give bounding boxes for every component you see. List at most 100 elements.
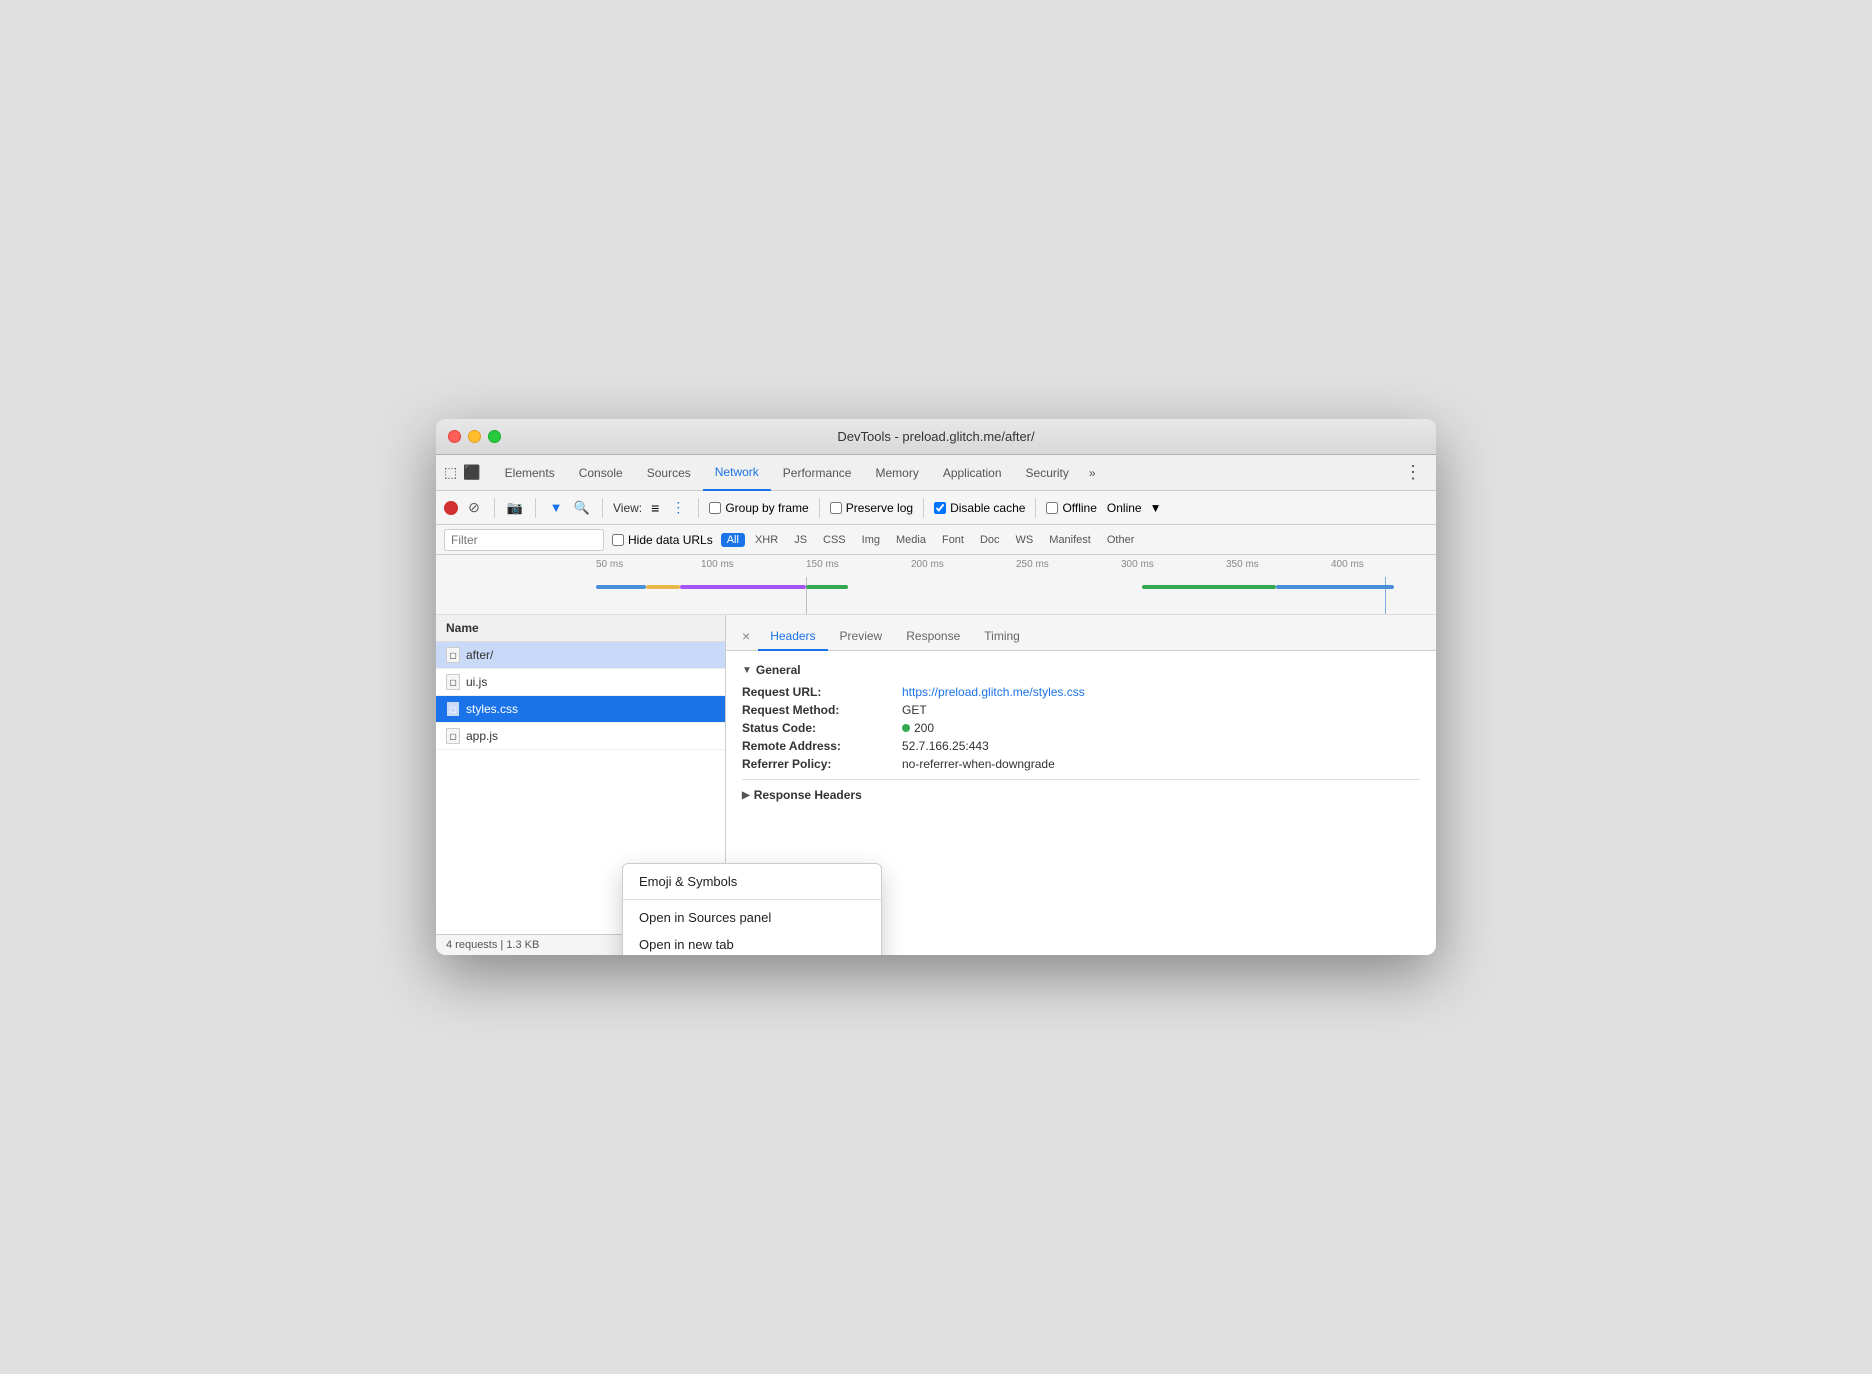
timeline-bar-5: [1142, 585, 1276, 589]
ctx-emoji-symbols[interactable]: Emoji & Symbols: [623, 868, 881, 895]
ctx-open-sources[interactable]: Open in Sources panel: [623, 904, 881, 931]
tab-security[interactable]: Security: [1014, 455, 1081, 491]
file-item-appjs[interactable]: ▢ app.js: [436, 723, 725, 750]
timeline-marker: [806, 577, 807, 614]
filter-tags: All XHR JS CSS Img Media Font Doc WS Man…: [721, 533, 1141, 547]
preserve-log-label: Preserve log: [846, 501, 913, 515]
file-icon-uijs: ▢: [446, 674, 460, 690]
minimize-button[interactable]: [468, 430, 481, 443]
filter-row: Hide data URLs All XHR JS CSS Img Media …: [436, 525, 1436, 555]
view-waterfall-icon[interactable]: ⋮: [668, 499, 688, 516]
detail-key-status: Status Code:: [742, 721, 902, 735]
file-name-after: after/: [466, 648, 493, 662]
timeline-label-8: 400 ms: [1331, 559, 1436, 570]
cursor-icon: ⬚: [444, 464, 457, 481]
hide-data-urls-checkbox[interactable]: [612, 534, 624, 546]
timeline-end-marker: [1385, 577, 1386, 614]
sep2: [535, 498, 536, 518]
file-item-stylescss[interactable]: ▢ styles.css: [436, 696, 725, 723]
disable-cache-group: Disable cache: [934, 501, 1025, 515]
tab-timing[interactable]: Timing: [972, 623, 1032, 651]
timeline-bars: [596, 577, 1436, 614]
file-list-header: Name: [436, 615, 725, 642]
offline-checkbox[interactable]: [1046, 502, 1058, 514]
detail-key-address: Remote Address:: [742, 739, 902, 753]
camera-icon[interactable]: 📷: [505, 498, 525, 518]
file-item-uijs[interactable]: ▢ ui.js: [436, 669, 725, 696]
devtools-tab-bar: ⬚ ⬛ Elements Console Sources Network Per…: [436, 455, 1436, 491]
hide-data-urls-label: Hide data URLs: [628, 533, 713, 547]
filter-js[interactable]: JS: [788, 533, 813, 547]
filter-ws[interactable]: WS: [1010, 533, 1040, 547]
preserve-log-group: Preserve log: [830, 501, 913, 515]
tab-more[interactable]: »: [1081, 455, 1104, 491]
detail-key-request-url: Request URL:: [742, 685, 902, 699]
sep7: [1035, 498, 1036, 518]
section-general-header: ▼ General: [742, 663, 1420, 677]
tab-performance[interactable]: Performance: [771, 455, 864, 491]
device-toggle-icon[interactable]: ⬛: [463, 464, 480, 481]
detail-val-request-url: https://preload.glitch.me/styles.css: [902, 685, 1085, 699]
filter-media[interactable]: Media: [890, 533, 932, 547]
details-close[interactable]: ×: [734, 622, 758, 650]
hide-data-urls-group: Hide data URLs: [612, 533, 713, 547]
tab-application[interactable]: Application: [931, 455, 1014, 491]
tab-memory[interactable]: Memory: [863, 455, 930, 491]
offline-group: Offline: [1046, 501, 1096, 515]
group-by-frame-label: Group by frame: [725, 501, 808, 515]
close-button[interactable]: [448, 430, 461, 443]
tab-headers[interactable]: Headers: [758, 623, 827, 651]
timeline-row: 50 ms 100 ms 150 ms 200 ms 250 ms 300 ms…: [436, 555, 1436, 615]
timeline-label-3: 150 ms: [806, 559, 911, 570]
tab-network[interactable]: Network: [703, 455, 771, 491]
detail-key-method: Request Method:: [742, 703, 902, 717]
filter-img[interactable]: Img: [856, 533, 886, 547]
tab-console[interactable]: Console: [567, 455, 635, 491]
file-item-after[interactable]: ▢ after/: [436, 642, 725, 669]
tab-elements[interactable]: Elements: [493, 455, 567, 491]
sep6: [923, 498, 924, 518]
group-by-frame-group: Group by frame: [709, 501, 808, 515]
network-toolbar: ⊘ 📷 ▼ 🔍 View: ≡ ⋮ Group by frame Preserv…: [436, 491, 1436, 525]
filter-input[interactable]: [451, 533, 597, 547]
details-content: ▼ General Request URL: https://preload.g…: [726, 651, 1436, 822]
timeline-bar-6: [1276, 585, 1394, 589]
preserve-log-checkbox[interactable]: [830, 502, 842, 514]
stop-recording-icon[interactable]: ⊘: [464, 498, 484, 518]
filter-icon[interactable]: ▼: [546, 498, 566, 518]
disable-cache-label: Disable cache: [950, 501, 1025, 515]
ctx-open-tab[interactable]: Open in new tab: [623, 931, 881, 955]
filter-all[interactable]: All: [721, 533, 745, 547]
group-by-frame-checkbox[interactable]: [709, 502, 721, 514]
filter-other[interactable]: Other: [1101, 533, 1141, 547]
timeline-label-4: 200 ms: [911, 559, 1016, 570]
triangle-icon: ▼: [742, 665, 752, 676]
network-throttle-dropdown[interactable]: ▼: [1150, 501, 1162, 515]
filter-xhr[interactable]: XHR: [749, 533, 784, 547]
sep5: [819, 498, 820, 518]
tab-preview[interactable]: Preview: [828, 623, 895, 651]
detail-val-method: GET: [902, 703, 927, 717]
tab-response[interactable]: Response: [894, 623, 972, 651]
triangle-icon-2: ▶: [742, 790, 750, 801]
timeline-label-2: 100 ms: [701, 559, 806, 570]
file-name-stylescss: styles.css: [466, 702, 518, 716]
detail-val-status: 200: [902, 721, 934, 735]
disable-cache-checkbox[interactable]: [934, 502, 946, 514]
status-dot: [902, 724, 910, 732]
filter-doc[interactable]: Doc: [974, 533, 1006, 547]
maximize-button[interactable]: [488, 430, 501, 443]
view-list-icon[interactable]: ≡: [648, 500, 662, 516]
filter-css[interactable]: CSS: [817, 533, 852, 547]
record-button[interactable]: [444, 501, 458, 515]
filter-manifest[interactable]: Manifest: [1043, 533, 1097, 547]
timeline-bar-3: [680, 585, 806, 589]
section-response-headers: ▶ Response Headers: [742, 788, 1420, 802]
more-options-icon[interactable]: ⋮: [1398, 462, 1428, 483]
detail-status: Status Code: 200: [742, 721, 1420, 735]
search-icon[interactable]: 🔍: [572, 498, 592, 518]
sep4: [698, 498, 699, 518]
filter-font[interactable]: Font: [936, 533, 970, 547]
tab-sources[interactable]: Sources: [635, 455, 703, 491]
context-menu-main: Emoji & Symbols Open in Sources panel Op…: [622, 863, 882, 955]
